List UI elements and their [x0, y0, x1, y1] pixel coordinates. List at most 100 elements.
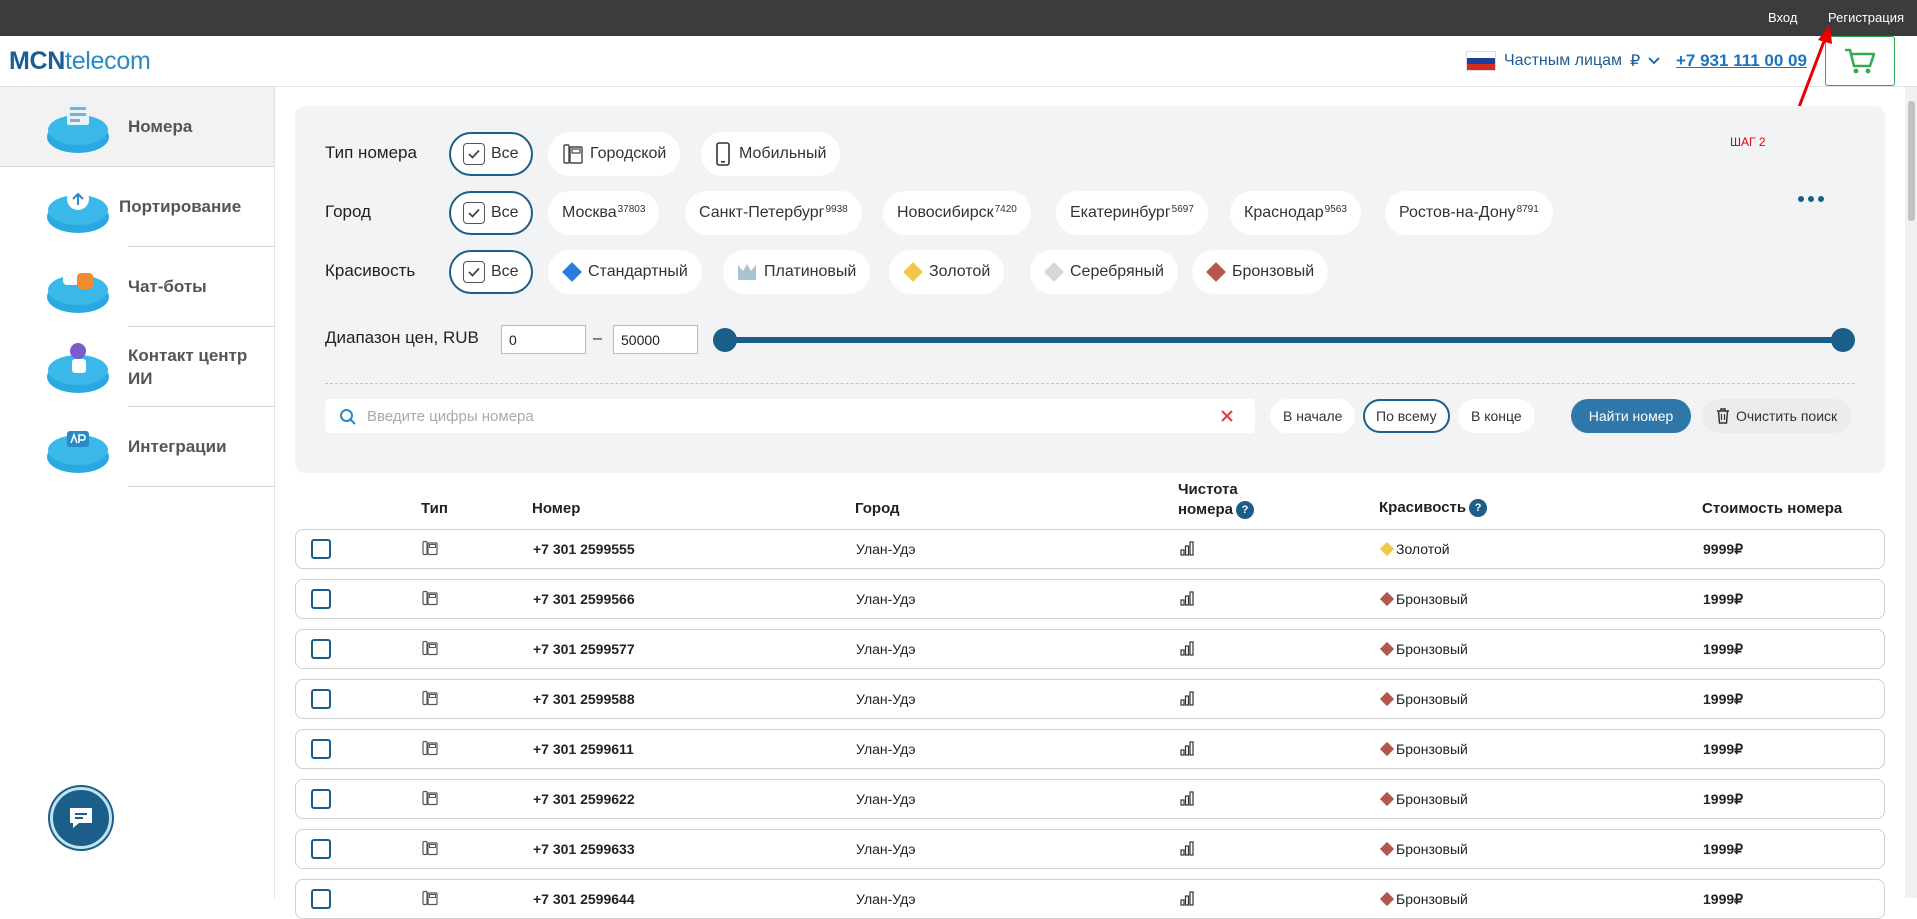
number-search-field[interactable]: Введите цифры номера: [325, 399, 1255, 433]
landline-phone-icon: [422, 890, 438, 906]
search-mode-end[interactable]: В конце: [1458, 399, 1535, 433]
row-beauty: Бронзовый: [1379, 891, 1468, 907]
price-slider-max-handle[interactable]: [1831, 328, 1855, 352]
segment-selector[interactable]: Частным лицам ₽: [1466, 51, 1661, 71]
sidebar-item-chatbots[interactable]: Чат-боты: [0, 247, 274, 327]
row-checkbox[interactable]: [311, 839, 331, 859]
city-label: Город: [325, 202, 371, 221]
beauty-chip-all[interactable]: Все: [449, 250, 533, 294]
button-label: Очистить поиск: [1736, 408, 1838, 424]
row-checkbox[interactable]: [311, 889, 331, 909]
city-chip-yekaterinburg[interactable]: Екатеринбург 5697: [1056, 191, 1208, 235]
signal-bars-icon: [1180, 841, 1194, 856]
landline-phone-icon: [422, 690, 438, 706]
check-icon: [463, 143, 485, 165]
find-number-button[interactable]: Найти номер: [1571, 399, 1691, 433]
table-row[interactable]: +7 301 2599633 Улан-Удэ Бронзовый 1999₽: [295, 829, 1885, 869]
table-row[interactable]: +7 301 2599555 Улан-Удэ Золотой 9999₽: [295, 529, 1885, 569]
city-chip-novosibirsk[interactable]: Новосибирск 7420: [883, 191, 1031, 235]
chat-button[interactable]: [50, 787, 112, 849]
platinum-crown-icon: [738, 264, 756, 280]
table-row[interactable]: +7 301 2599588 Улан-Удэ Бронзовый 1999₽: [295, 679, 1885, 719]
table-row[interactable]: +7 301 2599622 Улан-Удэ Бронзовый 1999₽: [295, 779, 1885, 819]
page-scrollbar[interactable]: [1905, 87, 1917, 898]
search-mode-anywhere[interactable]: По всему: [1363, 399, 1450, 433]
sidebar-item-numbers[interactable]: Номера: [0, 87, 274, 167]
landline-phone-icon: [422, 790, 438, 806]
currency-symbol: ₽: [1630, 53, 1641, 70]
type-chip-all[interactable]: Все: [449, 132, 533, 176]
chatbots-cloud-icon: [47, 269, 109, 313]
beauty-chip-gold[interactable]: Золотой: [889, 250, 1005, 294]
table-row[interactable]: +7 301 2599611 Улан-Удэ Бронзовый 1999₽: [295, 729, 1885, 769]
logo[interactable]: MCNtelecom: [9, 47, 151, 76]
row-beauty-label: Бронзовый: [1396, 741, 1468, 757]
row-beauty-label: Бронзовый: [1396, 791, 1468, 807]
more-cities-icon[interactable]: [1798, 196, 1824, 202]
type-chip-mobile[interactable]: Мобильный: [701, 132, 841, 176]
silver-diamond-icon: [1044, 262, 1064, 282]
landline-phone-icon: [422, 640, 438, 656]
scrollbar-thumb[interactable]: [1908, 101, 1915, 221]
beauty-diamond-icon: [1379, 791, 1395, 807]
chip-label: Серебряный: [1070, 263, 1164, 280]
chip-label: Санкт-Петербург: [699, 204, 825, 221]
beauty-diamond-icon: [1379, 841, 1395, 857]
city-chip-all[interactable]: Все: [449, 191, 533, 235]
help-icon[interactable]: ?: [1235, 501, 1254, 520]
option-label: В конце: [1471, 408, 1522, 424]
price-slider-track[interactable]: [725, 337, 1848, 343]
sidebar-item-porting[interactable]: Портирование: [0, 167, 274, 247]
row-checkbox[interactable]: [311, 589, 331, 609]
table-row[interactable]: +7 301 2599577 Улан-Удэ Бронзовый 1999₽: [295, 629, 1885, 669]
beauty-chip-bronze[interactable]: Бронзовый: [1192, 250, 1329, 294]
divider: [325, 383, 1855, 384]
beauty-chip-standard[interactable]: Стандартный: [548, 250, 702, 294]
signal-bars-icon: [1180, 791, 1194, 806]
sidebar-item-integrations[interactable]: Интеграции: [0, 407, 274, 487]
price-max-input[interactable]: [613, 325, 698, 354]
chip-label: Все: [491, 263, 519, 280]
logo-bold: MCN: [9, 47, 66, 75]
table-row[interactable]: +7 301 2599566 Улан-Удэ Бронзовый 1999₽: [295, 579, 1885, 619]
row-checkbox[interactable]: [311, 789, 331, 809]
row-checkbox[interactable]: [311, 539, 331, 559]
table-row[interactable]: +7 301 2599644 Улан-Удэ Бронзовый 1999₽: [295, 879, 1885, 919]
beauty-chip-silver[interactable]: Серебряный: [1030, 250, 1178, 294]
chip-label: Бронзовый: [1232, 263, 1315, 280]
row-city: Улан-Удэ: [856, 891, 916, 907]
type-chip-landline[interactable]: Городской: [548, 132, 681, 176]
header-price: Стоимость номера: [1702, 500, 1843, 517]
row-price: 1999₽: [1703, 791, 1744, 807]
row-checkbox[interactable]: [311, 639, 331, 659]
row-city: Улан-Удэ: [856, 791, 916, 807]
city-chip-krasnodar[interactable]: Краснодар 9563: [1230, 191, 1361, 235]
row-beauty-label: Бронзовый: [1396, 641, 1468, 657]
row-price: 1999₽: [1703, 841, 1744, 857]
city-chip-spb[interactable]: Санкт-Петербург 9938: [685, 191, 862, 235]
row-checkbox[interactable]: [311, 739, 331, 759]
price-min-input[interactable]: [501, 325, 586, 354]
row-checkbox[interactable]: [311, 689, 331, 709]
clear-search-button[interactable]: Очистить поиск: [1702, 399, 1852, 433]
city-chip-rostov[interactable]: Ростов-на-Дону 8791: [1385, 191, 1553, 235]
beauty-chip-platinum[interactable]: Платиновый: [723, 250, 871, 294]
landline-phone-icon: [563, 144, 583, 164]
sidebar-item-ai-contact-center[interactable]: Контакт центр ИИ: [0, 327, 274, 407]
beauty-diamond-icon: [1379, 541, 1395, 557]
price-slider-min-handle[interactable]: [713, 328, 737, 352]
header: MCNtelecom Частным лицам ₽ +7 931 111 00…: [0, 36, 1917, 87]
row-beauty-label: Бронзовый: [1396, 691, 1468, 707]
row-price: 9999₽: [1703, 541, 1744, 557]
chip-count: 7420: [994, 203, 1017, 215]
search-mode-start[interactable]: В начале: [1270, 399, 1356, 433]
help-icon[interactable]: ?: [1469, 499, 1488, 518]
city-chip-moscow[interactable]: Москва 37803: [548, 191, 660, 235]
clear-x-icon[interactable]: [1220, 409, 1234, 423]
chip-count: 9563: [1324, 203, 1347, 215]
filter-panel: Тип номера Все Городской Мобильный Город…: [295, 106, 1885, 473]
segment-label: Частным лицам: [1504, 52, 1623, 69]
row-beauty-label: Бронзовый: [1396, 591, 1468, 607]
header-cleanliness-line2: номера: [1178, 501, 1233, 518]
beauty-diamond-icon: [1379, 641, 1395, 657]
